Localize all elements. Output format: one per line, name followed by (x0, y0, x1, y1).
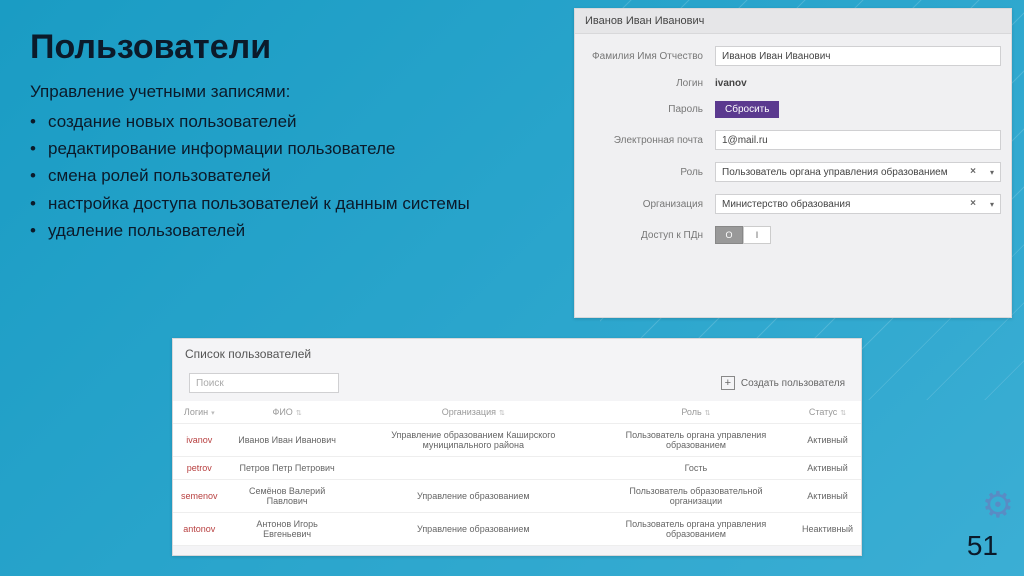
create-user-button[interactable]: + Создать пользователя (721, 376, 845, 390)
col-fio[interactable]: ФИО⇅ (226, 401, 349, 424)
list-title: Список пользователей (173, 339, 861, 369)
label-email: Электронная почта (585, 135, 715, 146)
select-role[interactable]: Пользователь органа управления образован… (715, 162, 1001, 182)
label-pdn: Доступ к ПДн (585, 230, 715, 241)
label-fio: Фамилия Имя Отчество (585, 51, 715, 62)
sort-icon: ⇅ (296, 410, 302, 417)
col-role[interactable]: Роль⇅ (598, 401, 794, 424)
bullet-item: смена ролей пользователей (30, 162, 470, 189)
user-list-panel: Список пользователей Поиск + Создать пол… (172, 338, 862, 556)
table-row[interactable]: semenov Семёнов Валерий Павлович Управле… (173, 480, 861, 513)
col-org[interactable]: Организация⇅ (349, 401, 598, 424)
plus-icon: + (721, 376, 735, 390)
page-number: 51 (967, 530, 998, 562)
label-role: Роль (585, 167, 715, 178)
table-row[interactable]: petrov Петров Петр Петрович Гость Активн… (173, 457, 861, 480)
chevron-down-icon[interactable]: ▾ (990, 168, 994, 177)
clear-icon[interactable]: × (970, 166, 976, 177)
label-password: Пароль (585, 104, 715, 115)
col-login[interactable]: Логин▾ (173, 401, 226, 424)
col-status[interactable]: Статус⇅ (794, 401, 861, 424)
sort-icon: ⇅ (840, 410, 846, 417)
input-email[interactable]: 1@mail.ru (715, 130, 1001, 150)
sort-icon: ▾ (211, 410, 215, 417)
value-login: ivanov (715, 78, 747, 89)
pdn-toggle[interactable]: O I (715, 226, 771, 244)
toggle-off[interactable]: I (743, 226, 771, 244)
label-login: Логин (585, 78, 715, 89)
slide-title: Пользователи (30, 28, 271, 67)
table-row[interactable]: ivanov Иванов Иван Иванович Управление о… (173, 424, 861, 457)
table-row[interactable]: antonov Антонов Игорь Евгеньевич Управле… (173, 513, 861, 546)
search-input[interactable]: Поиск (189, 373, 339, 393)
select-org[interactable]: Министерство образования × ▾ (715, 194, 1001, 214)
toggle-on[interactable]: O (715, 226, 743, 244)
clear-icon[interactable]: × (970, 198, 976, 209)
label-org: Организация (585, 199, 715, 210)
table-body: ivanov Иванов Иван Иванович Управление о… (173, 424, 861, 546)
input-fio[interactable]: Иванов Иван Иванович (715, 46, 1001, 66)
bullet-item: создание новых пользователей (30, 108, 470, 135)
sort-icon: ⇅ (705, 410, 711, 417)
bullet-item: редактирование информации пользователе (30, 135, 470, 162)
slide-subtitle: Управление учетными записями: (30, 82, 290, 102)
bullet-list: создание новых пользователей редактирова… (30, 108, 470, 244)
sort-icon: ⇅ (499, 410, 505, 417)
bullet-item: настройка доступа пользователей к данным… (30, 190, 470, 217)
chevron-down-icon[interactable]: ▾ (990, 200, 994, 209)
user-edit-panel: Иванов Иван Иванович Фамилия Имя Отчеств… (574, 8, 1012, 318)
create-user-label: Создать пользователя (741, 378, 845, 389)
reset-password-button[interactable]: Сбросить (715, 101, 779, 118)
gear-icon: ⚙ (982, 484, 1014, 526)
bullet-item: удаление пользователей (30, 217, 470, 244)
panel-header: Иванов Иван Иванович (575, 9, 1011, 34)
users-table: Логин▾ ФИО⇅ Организация⇅ Роль⇅ Статус⇅ i… (173, 401, 861, 546)
